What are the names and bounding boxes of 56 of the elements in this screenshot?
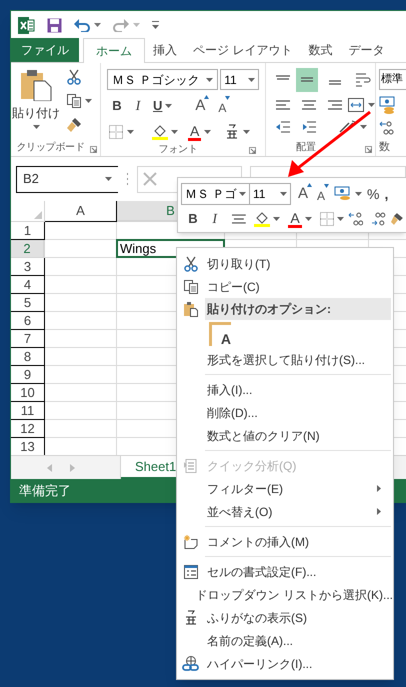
row-header[interactable]: 3 [11, 258, 45, 276]
status-text: 準備完了 [19, 482, 71, 500]
column-header[interactable]: A [45, 201, 117, 222]
menu-item[interactable]: 挿入(I)... [177, 378, 393, 401]
row-header[interactable]: 12 [11, 420, 45, 438]
row-header[interactable]: 8 [11, 348, 45, 366]
row-header[interactable]: 2 [11, 240, 45, 258]
percent-button[interactable]: % [367, 184, 380, 204]
font-name-field[interactable]: ＭＳ Ｐゴシック [107, 69, 218, 90]
menu-item[interactable]: ハイパーリンク(I)... [177, 652, 393, 675]
font-size-field[interactable]: 11 [220, 69, 259, 90]
ribbon-tab[interactable]: ページ レイアウト [185, 38, 300, 62]
ribbon-tab[interactable]: 数式 [300, 38, 340, 62]
file-tab[interactable]: ファイル [11, 38, 79, 62]
number-format-field[interactable]: 標準 [379, 69, 406, 90]
menu-item[interactable]: ドロップダウン リストから選択(K)... [177, 583, 393, 606]
menu-item[interactable]: 並べ替え(O) [177, 500, 393, 523]
row-header[interactable]: 9 [11, 366, 45, 384]
menu-item[interactable]: コピー(C) [177, 275, 393, 298]
font-name-field[interactable]: ＭＳ Ｐゴ [181, 183, 250, 205]
row-header[interactable]: 6 [11, 312, 45, 330]
group-label: フォント [158, 143, 198, 157]
menu-item[interactable]: 形式を選択して貼り付け(S)... [177, 348, 393, 371]
row-header[interactable]: 5 [11, 294, 45, 312]
name-box[interactable]: B2 [16, 166, 118, 192]
group-label: 数 [379, 140, 390, 155]
group-label: クリップボード [16, 140, 85, 154]
font-size-field[interactable]: 11 [249, 183, 291, 205]
ribbon-tab[interactable]: データ [340, 38, 392, 62]
menu-item[interactable]: 数式と値のクリア(N) [177, 424, 393, 447]
menu-item[interactable]: 削除(D)... [177, 401, 393, 424]
paste-option-button[interactable]: A [209, 322, 231, 346]
menu-item[interactable]: フィルター(E) [177, 477, 393, 500]
grow-font-button[interactable]: A [298, 182, 312, 206]
italic-button[interactable]: I [132, 96, 144, 116]
font-color-button[interactable]: A [188, 124, 202, 140]
paste-button[interactable]: 貼り付け [11, 69, 61, 138]
row-header[interactable]: 4 [11, 276, 45, 294]
grow-font-button[interactable]: A [195, 94, 210, 118]
comma-button[interactable]: , [384, 184, 388, 204]
menu-item[interactable]: コメントの挿入(M) [177, 530, 393, 553]
row-header[interactable]: 11 [11, 402, 45, 420]
row-header[interactable]: 7 [11, 330, 45, 348]
menu-item[interactable]: セルの書式設定(F)... [177, 560, 393, 583]
group-label: 配置 [296, 140, 316, 154]
ribbon-tab[interactable]: 挿入 [145, 38, 185, 62]
menu-item[interactable]: 名前の定義(A)... [177, 629, 393, 652]
bold-button[interactable]: B [111, 96, 123, 116]
shrink-font-button[interactable]: A [218, 96, 230, 116]
underline-button[interactable]: U [153, 96, 162, 116]
ribbon-tab[interactable]: ホーム [83, 38, 145, 63]
shrink-font-button[interactable]: A [317, 184, 330, 204]
font-color-button[interactable]: A [288, 210, 302, 228]
menu-section-header: 貼り付けのオプション: [205, 298, 391, 320]
menu-item[interactable]: ふりがなの表示(S) [177, 606, 393, 629]
row-header[interactable]: 10 [11, 384, 45, 402]
